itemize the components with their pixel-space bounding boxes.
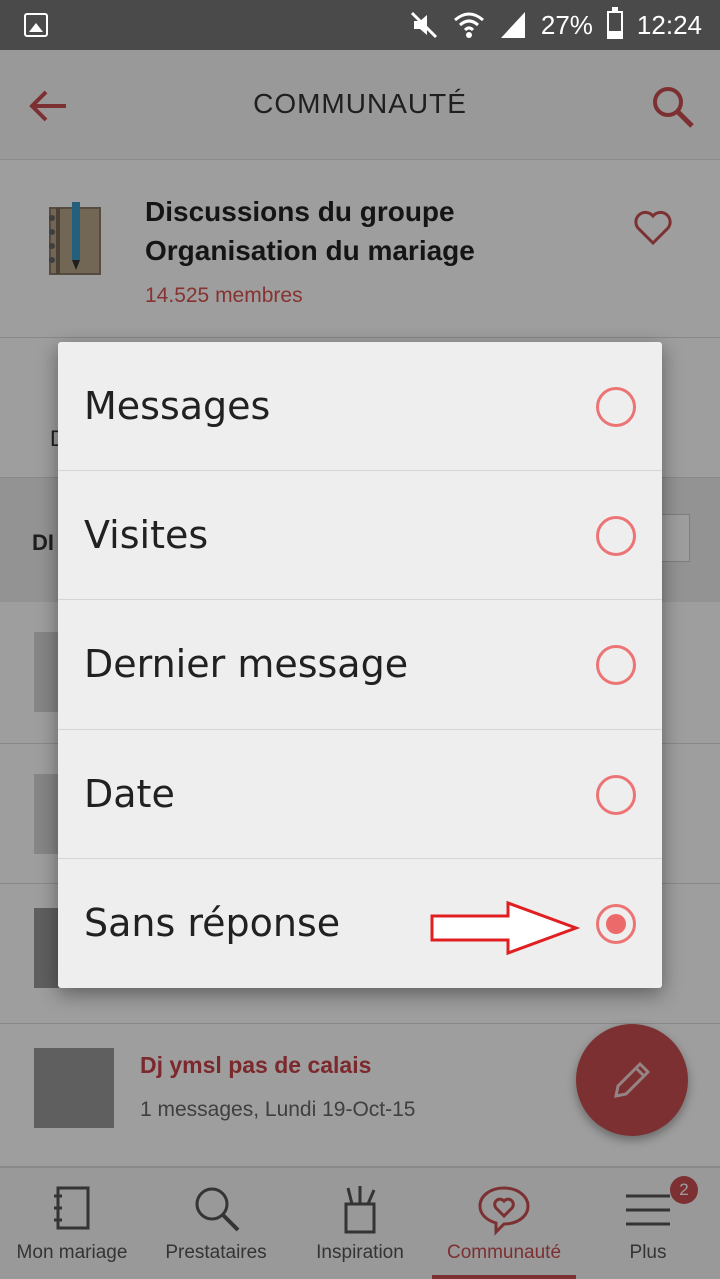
- radio-button[interactable]: [596, 645, 636, 686]
- clock: 12:24: [636, 9, 702, 40]
- option-label: Sans réponse: [84, 900, 341, 945]
- option-label: Date: [84, 771, 175, 816]
- sort-option-date[interactable]: Date: [58, 730, 662, 859]
- sort-option-sans-reponse[interactable]: Sans réponse: [58, 859, 662, 988]
- annotation-arrow-icon: [430, 900, 580, 955]
- sort-option-dernier-message[interactable]: Dernier message: [58, 600, 662, 730]
- radio-button-selected[interactable]: [596, 903, 636, 944]
- signal-icon: [500, 12, 525, 38]
- radio-button[interactable]: [596, 774, 636, 815]
- radio-button[interactable]: [596, 516, 636, 557]
- gallery-icon: [24, 13, 48, 37]
- status-icons: 27% 12:24: [409, 7, 702, 42]
- radio-button[interactable]: [596, 387, 636, 427]
- battery-icon: [606, 7, 623, 39]
- wifi-icon: [453, 12, 484, 38]
- sort-dialog: Messages Visites Dernier message Date Sa…: [58, 342, 662, 988]
- battery-percent: 27%: [540, 9, 593, 40]
- option-label: Dernier message: [84, 642, 409, 687]
- option-label: Visites: [84, 513, 209, 558]
- option-label: Messages: [84, 384, 271, 428]
- sort-option-messages[interactable]: Messages: [58, 342, 662, 472]
- sort-option-visites[interactable]: Visites: [58, 471, 662, 601]
- status-bar: 27% 12:24: [0, 0, 720, 50]
- mute-icon: [410, 11, 437, 39]
